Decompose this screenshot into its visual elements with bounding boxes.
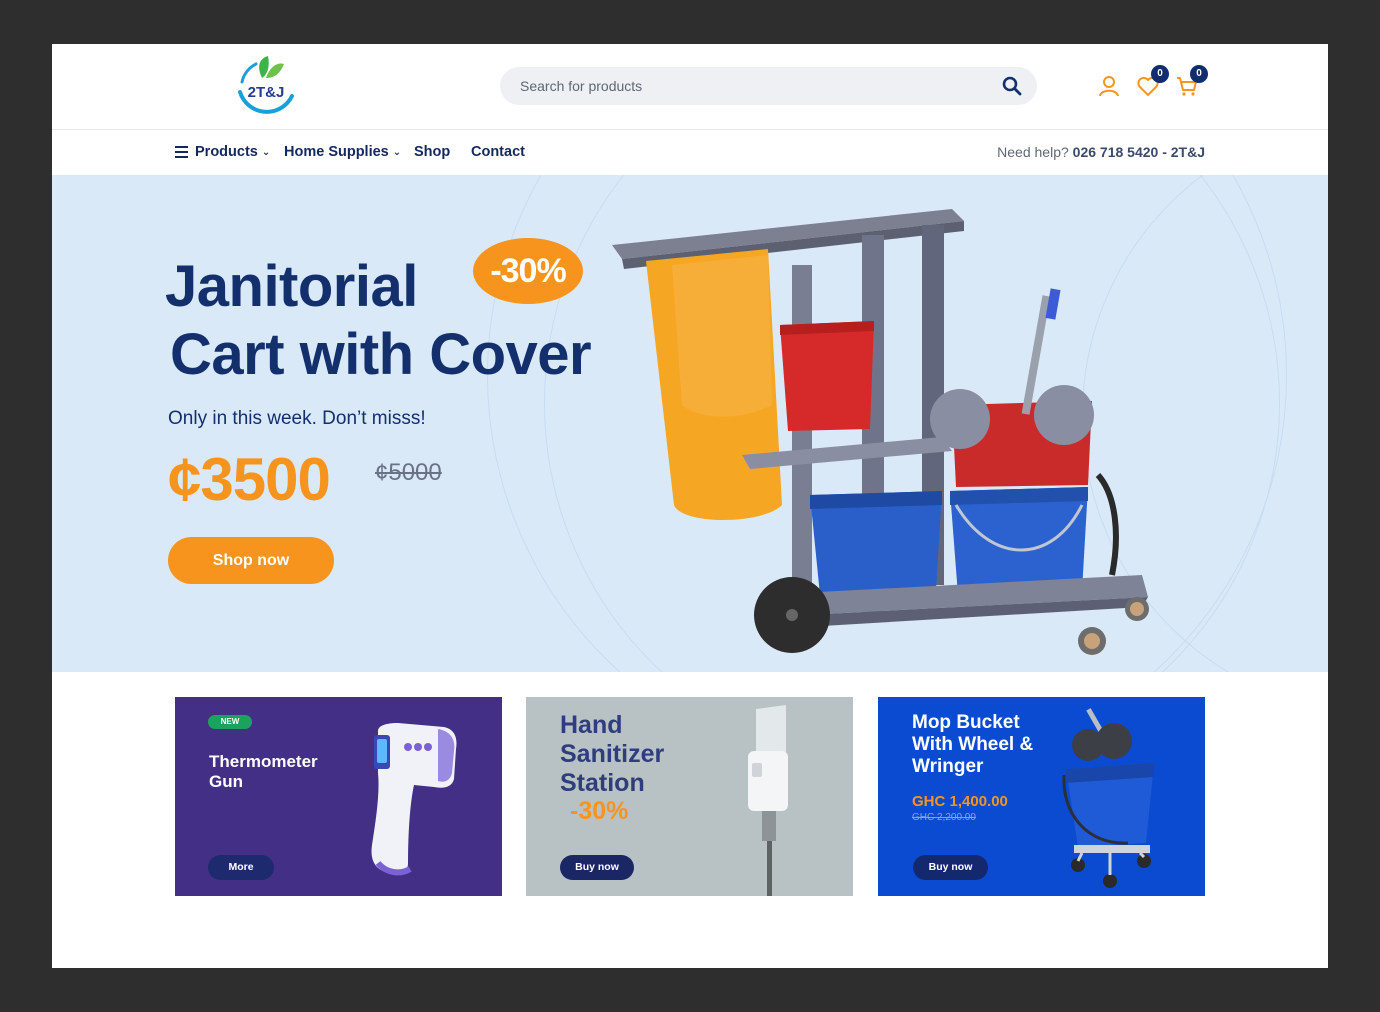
promo-card-sanitizer[interactable]: Hand Sanitizer Station -30% Buy now: [526, 697, 853, 896]
chevron-down-icon: ⌄: [261, 146, 271, 158]
hero-title-line2: Cart with Cover: [170, 322, 592, 387]
janitorial-cart-image: [612, 209, 1149, 655]
hero-price: ¢3500: [168, 446, 331, 513]
wishlist-button[interactable]: 0: [1136, 65, 1169, 98]
help-label: Need help?: [997, 144, 1069, 160]
nav-products-label: Products: [195, 144, 258, 160]
chevron-down-icon: ⌄: [392, 146, 402, 158]
promo-title: Mop Bucket With Wheel & Wringer: [912, 712, 1034, 777]
nav-home-supplies[interactable]: Home Supplies ⌄: [284, 144, 401, 160]
new-badge: NEW: [208, 715, 252, 729]
help-phone[interactable]: 026 718 5420 - 2T&J: [1073, 144, 1205, 160]
cart-button[interactable]: 0: [1175, 65, 1208, 98]
wishlist-count-badge: 0: [1151, 65, 1169, 83]
sanitizer-station-image: [748, 705, 788, 896]
promo-card-thermometer[interactable]: NEW Thermometer Gun More: [175, 697, 502, 896]
hero-old-price: ¢5000: [375, 459, 442, 486]
account-icon[interactable]: [1097, 74, 1121, 98]
more-button[interactable]: More: [208, 855, 274, 880]
promo-discount: -30%: [570, 797, 629, 825]
nav-contact-label: Contact: [471, 144, 525, 160]
logo-text: 2T&J: [248, 84, 285, 101]
promo-price: GHC 1,400.00: [912, 793, 1008, 810]
nav-products[interactable]: Products ⌄: [175, 144, 270, 160]
search-input[interactable]: Search for products: [520, 78, 642, 94]
promo-title: Hand Sanitizer Station: [560, 711, 665, 797]
buy-now-button[interactable]: Buy now: [913, 855, 988, 880]
promo-card-mop-bucket[interactable]: Mop Bucket With Wheel & Wringer GHC 1,40…: [878, 697, 1205, 896]
site-header: 2T&J Search for products 0 0: [52, 44, 1328, 130]
help-line: Need help? 026 718 5420 - 2T&J: [997, 144, 1205, 160]
hero-banner: Janitorial Cart with Cover -30% Only in …: [52, 175, 1328, 672]
cart-count-badge: 0: [1190, 65, 1208, 83]
nav-shop-label: Shop: [414, 144, 451, 160]
nav-shop[interactable]: Shop: [414, 144, 450, 160]
site-logo[interactable]: 2T&J: [232, 52, 300, 120]
shop-now-button[interactable]: Shop now: [168, 537, 334, 584]
promo-title: Thermometer Gun: [209, 752, 318, 791]
buy-now-button[interactable]: Buy now: [560, 855, 634, 880]
search-bar[interactable]: Search for products: [500, 67, 1037, 105]
main-nav: Products ⌄ Home Supplies ⌄ Shop Contact …: [52, 131, 1328, 174]
promo-old-price: GHC 2,200.00: [912, 812, 976, 823]
hero-subtitle: Only in this week. Don’t misss!: [168, 408, 426, 429]
hero-title-line1: Janitorial: [165, 254, 418, 319]
nav-contact[interactable]: Contact: [471, 144, 525, 160]
nav-home-supplies-label: Home Supplies: [284, 144, 389, 160]
discount-badge: -30%: [473, 238, 583, 304]
search-icon[interactable]: [1001, 75, 1023, 97]
menu-icon: [175, 146, 188, 158]
thermometer-image: [371, 723, 457, 876]
mop-bucket-image: [1062, 708, 1154, 888]
page: 2T&J Search for products 0 0 Products ⌄ …: [52, 44, 1328, 968]
